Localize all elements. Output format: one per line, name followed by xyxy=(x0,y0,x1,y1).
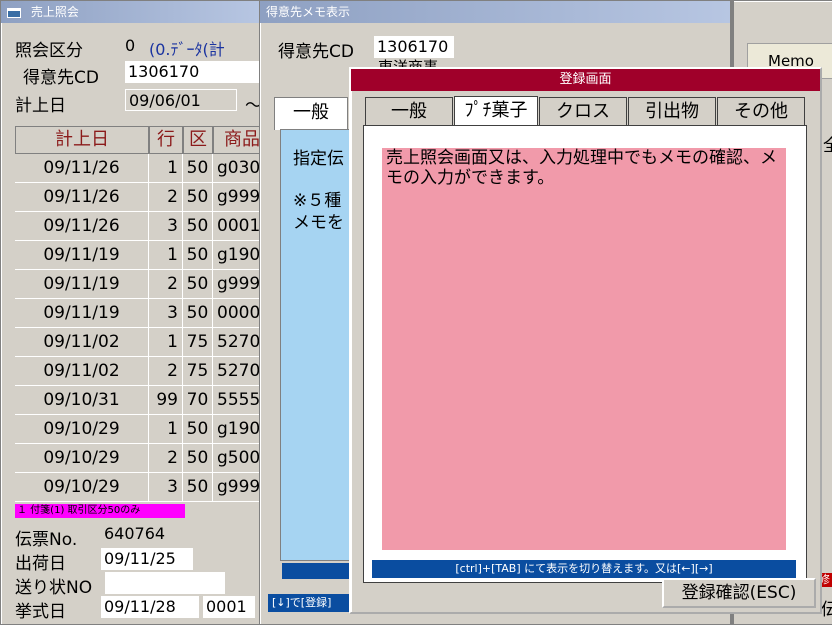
cell-line: 2 xyxy=(149,444,183,473)
cell-line: 1 xyxy=(149,241,183,270)
tab-other[interactable]: その他 xyxy=(717,97,805,125)
cell-date: 09/11/26 xyxy=(15,183,149,212)
cell-line: 2 xyxy=(149,183,183,212)
column-header-date[interactable]: 計上日 xyxy=(15,126,149,154)
cell-date: 09/11/19 xyxy=(15,299,149,328)
cell-category: 75 xyxy=(183,357,213,386)
cell-line: 2 xyxy=(149,270,183,299)
tab-gifts-label: 引出物 xyxy=(645,101,699,122)
cell-category: 50 xyxy=(183,212,213,241)
customer-cd-label: 得意先CD xyxy=(278,42,354,62)
side-partial-top: 全 xyxy=(823,136,832,156)
cell-date: 09/10/29 xyxy=(15,473,149,502)
tab-general[interactable]: 一般 xyxy=(365,97,453,125)
cell-category: 50 xyxy=(183,270,213,299)
tab-gifts[interactable]: 引出物 xyxy=(628,97,716,125)
customer-cd-label: 得意先CD xyxy=(23,68,99,88)
cell-category: 50 xyxy=(183,154,213,183)
cell-date: 09/10/31 xyxy=(15,386,149,415)
tab-cloth-label: クロス xyxy=(556,101,610,122)
cell-category: 50 xyxy=(183,299,213,328)
cell-date: 09/11/19 xyxy=(15,241,149,270)
customer-cd-field[interactable]: 1306170 xyxy=(125,61,265,83)
cell-category: 75 xyxy=(183,328,213,357)
cell-category: 50 xyxy=(183,473,213,502)
customer-memo-titlebar: 得意先メモ表示 xyxy=(260,1,730,23)
cell-line: 3 xyxy=(149,299,183,328)
tab-general-label: 一般 xyxy=(391,101,427,122)
cell-date: 09/10/29 xyxy=(15,444,149,473)
invoice-no-label: 送り状NO xyxy=(15,578,93,598)
sales-inquiry-window: 売上照会 照会区分 0 (0.ﾃﾞｰﾀ(計 得意先CD 1306170 計上日 … xyxy=(0,0,273,625)
registration-titlebar: 登録画面 xyxy=(351,69,820,91)
ceremony-date-label: 挙式日 xyxy=(15,602,66,622)
memo-textarea[interactable]: 売上照会画面又は、入力処理中でもメモの確認、メモの入力ができます。 xyxy=(382,148,786,550)
inquiry-type-value[interactable]: 0 xyxy=(125,36,135,55)
tab-label: 一般 xyxy=(293,102,329,123)
register-confirm-label: 登録確認(ESC) xyxy=(681,583,797,603)
register-confirm-button[interactable]: 登録確認(ESC) xyxy=(662,578,816,608)
tab-other-label: その他 xyxy=(734,101,788,122)
cell-category: 50 xyxy=(183,444,213,473)
invoice-no-field[interactable] xyxy=(105,572,225,594)
window-title: 得意先メモ表示 xyxy=(266,5,351,19)
cell-date: 09/11/02 xyxy=(15,328,149,357)
slip-no-value: 640764 xyxy=(101,523,181,545)
cell-line: 2 xyxy=(149,357,183,386)
tab-switch-hint: [ctrl]+[TAB] にて表示を切り替えます。又は[←][→] xyxy=(372,560,796,578)
cell-line: 1 xyxy=(149,415,183,444)
cell-line: 3 xyxy=(149,473,183,502)
cell-category: 50 xyxy=(183,183,213,212)
hint-text: [ctrl]+[TAB] にて表示を切り替えます。又は[←][→] xyxy=(455,562,713,575)
posting-date-label: 計上日 xyxy=(15,96,66,116)
column-header-line[interactable]: 行 xyxy=(149,126,183,154)
cell-date: 09/11/26 xyxy=(15,212,149,241)
ship-date-label: 出荷日 xyxy=(15,554,66,574)
note-badge-text: １ 付箋(1) 取引区分50のみ xyxy=(17,505,141,516)
cell-date: 09/10/29 xyxy=(15,415,149,444)
cell-date: 09/11/26 xyxy=(15,154,149,183)
window-icon xyxy=(7,7,21,18)
cell-date: 09/11/19 xyxy=(15,270,149,299)
cell-category: 50 xyxy=(183,415,213,444)
note-badge: １ 付箋(1) 取引区分50のみ xyxy=(15,504,185,518)
customer-cd-value: 1306170 xyxy=(374,36,454,58)
window-title: 売上照会 xyxy=(30,5,79,19)
inquiry-type-desc: (0.ﾃﾞｰﾀ(計 xyxy=(149,40,225,59)
cell-line: 99 xyxy=(149,386,183,415)
column-header-category[interactable]: 区 xyxy=(183,126,213,154)
cell-category: 50 xyxy=(183,241,213,270)
tab-petit-sweets[interactable]: ﾌﾟﾁ菓子 xyxy=(454,96,538,126)
posting-date-field[interactable]: 09/06/01 xyxy=(125,89,237,111)
side-partial-bottom: 伝 xyxy=(821,600,832,620)
cell-line: 1 xyxy=(149,154,183,183)
dialog-title: 登録画面 xyxy=(559,72,612,87)
ceremony-date-field[interactable]: 09/11/28 xyxy=(101,596,199,618)
memo-text: 売上照会画面又は、入力処理中でもメモの確認、メモの入力ができます。 xyxy=(386,148,777,188)
cell-date: 09/11/02 xyxy=(15,357,149,386)
memo-content-panel: 指定伝 ※５種 メモを xyxy=(280,129,360,561)
cell-category: 70 xyxy=(183,386,213,415)
memo-tab-general[interactable]: 一般 xyxy=(274,97,348,130)
inquiry-type-label: 照会区分 xyxy=(15,41,83,61)
cell-line: 1 xyxy=(149,328,183,357)
tab-petit-sweets-label: ﾌﾟﾁ菓子 xyxy=(464,100,528,121)
cell-line: 3 xyxy=(149,212,183,241)
tab-content-panel: 売上照会画面又は、入力処理中でもメモの確認、メモの入力ができます。 [ctrl]… xyxy=(363,125,807,583)
ceremony-code-field[interactable]: 0001 xyxy=(203,596,255,618)
tab-cloth[interactable]: クロス xyxy=(539,97,627,125)
sales-inquiry-titlebar: 売上照会 xyxy=(1,1,259,23)
status-text: [↓]で[登録] xyxy=(272,596,332,609)
slip-no-label: 伝票No. xyxy=(15,530,78,550)
ship-date-field[interactable]: 09/11/25 xyxy=(101,548,193,570)
registration-dialog: 登録画面 一般 ﾌﾟﾁ菓子 クロス 引出物 その他 売上照会画面又は、入力処理中… xyxy=(349,67,822,614)
